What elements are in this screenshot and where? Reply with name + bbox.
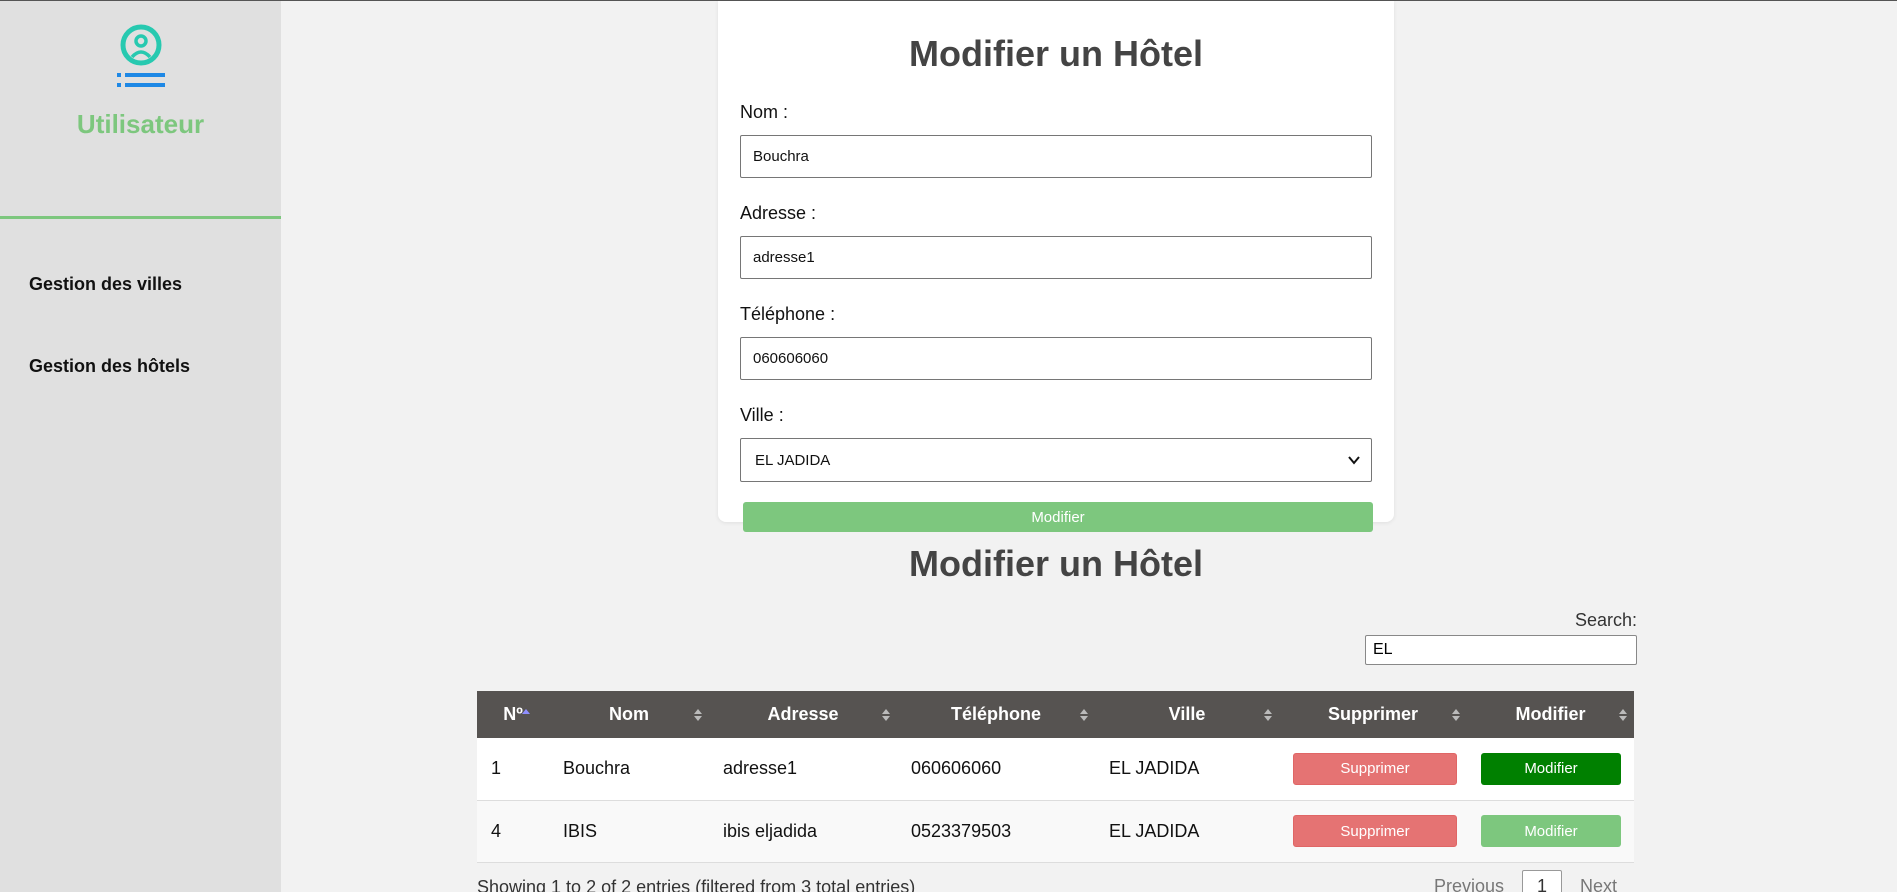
cell-supprimer: Supprimer <box>1279 738 1467 800</box>
submit-button[interactable]: Modifier <box>743 502 1373 532</box>
telephone-label: Téléphone : <box>740 304 836 324</box>
column-header-nom-label: Nom <box>609 704 649 724</box>
table-row: 4 IBIS ibis eljadida 0523379503 EL JADID… <box>477 800 1634 862</box>
ville-label: Ville : <box>740 405 784 425</box>
sidebar-item-villes[interactable]: Gestion des villes <box>0 274 281 356</box>
column-header-adresse-label: Adresse <box>767 704 839 724</box>
chevron-down-icon <box>1348 456 1360 465</box>
cell-num: 1 <box>491 758 502 779</box>
page-button-1[interactable]: 1 <box>1521 870 1562 892</box>
telephone-input[interactable] <box>740 337 1372 380</box>
sort-icon <box>1080 709 1088 721</box>
cell-nom: Bouchra <box>563 758 631 779</box>
sort-asc-icon <box>522 709 530 714</box>
column-header-supprimer-label: Supprimer <box>1327 704 1419 724</box>
delete-button[interactable]: Supprimer <box>1293 752 1457 785</box>
adresse-label: Adresse : <box>740 203 817 223</box>
sidebar-header: Utilisateur <box>0 1 281 219</box>
next-button[interactable]: Next <box>1562 870 1635 892</box>
cell-ville: EL JADIDA <box>1109 820 1200 841</box>
nom-input[interactable] <box>740 135 1372 178</box>
previous-button[interactable]: Previous <box>1416 870 1522 892</box>
sidebar-item-hotels[interactable]: Gestion des hôtels <box>0 356 281 438</box>
cell-adresse: ibis eljadida <box>723 820 818 841</box>
cell-nom: IBIS <box>563 820 598 841</box>
column-header-adresse[interactable]: Adresse <box>709 691 897 738</box>
column-header-supprimer[interactable]: Supprimer <box>1279 691 1467 738</box>
column-header-telephone-label: Téléphone <box>950 704 1041 724</box>
cell-adresse: adresse1 <box>723 758 798 779</box>
pagination: Previous 1 Next <box>1416 870 1635 892</box>
sidebar-title: Utilisateur <box>76 109 205 139</box>
edit-button[interactable]: Modifier <box>1481 752 1621 785</box>
user-list-icon <box>116 24 165 87</box>
sidebar: Utilisateur Gestion des villes Gestion d… <box>0 1 281 892</box>
column-header-modifier-label: Modifier <box>1515 704 1586 724</box>
sort-icon <box>694 709 702 721</box>
column-header-ville[interactable]: Ville <box>1095 691 1279 738</box>
sort-icon <box>882 709 890 721</box>
sort-icon <box>1619 709 1627 721</box>
sidebar-nav: Gestion des villes Gestion des hôtels <box>0 219 281 438</box>
nom-label: Nom : <box>740 102 789 122</box>
column-header-ville-label: Ville <box>1168 704 1206 724</box>
search-box: Search: <box>1365 610 1637 665</box>
cell-modifier: Modifier <box>1467 800 1634 862</box>
table-info: Showing 1 to 2 of 2 entries (filtered fr… <box>477 877 916 892</box>
ville-select[interactable]: EL JADIDA <box>740 438 1372 482</box>
cell-modifier: Modifier <box>1467 738 1634 800</box>
column-header-num-label: Nº <box>503 704 523 724</box>
form-title: Modifier un Hôtel <box>909 33 1203 74</box>
ville-selected-value: EL JADIDA <box>755 451 831 469</box>
column-header-telephone[interactable]: Téléphone <box>897 691 1095 738</box>
cell-telephone: 060606060 <box>911 758 1002 779</box>
cell-supprimer: Supprimer <box>1279 800 1467 862</box>
cell-telephone: 0523379503 <box>911 820 1012 841</box>
edit-hotel-form: Modifier un Hôtel Nom : Adresse : Téléph… <box>718 1 1394 532</box>
edit-button[interactable]: Modifier <box>1481 815 1621 847</box>
table-row: 1 Bouchra adresse1 060606060 EL JADIDA S… <box>477 738 1634 800</box>
adresse-input[interactable] <box>740 236 1372 279</box>
sort-icon <box>1264 709 1272 721</box>
column-header-nom[interactable]: Nom <box>549 691 709 738</box>
hotels-table: Nº Nom Adresse Téléphone Ville Supprimer… <box>477 691 1634 863</box>
delete-button[interactable]: Supprimer <box>1293 815 1457 847</box>
search-label: Search: <box>1574 610 1637 630</box>
column-header-num[interactable]: Nº <box>477 691 549 738</box>
sort-icon <box>1452 709 1460 721</box>
column-header-modifier[interactable]: Modifier <box>1467 691 1634 738</box>
table-section-title: Modifier un Hôtel <box>909 543 1203 584</box>
table-header-row: Nº Nom Adresse Téléphone Ville Supprimer… <box>477 691 1634 738</box>
search-input[interactable] <box>1365 635 1637 665</box>
cell-num: 4 <box>491 820 502 841</box>
cell-ville: EL JADIDA <box>1109 758 1200 779</box>
